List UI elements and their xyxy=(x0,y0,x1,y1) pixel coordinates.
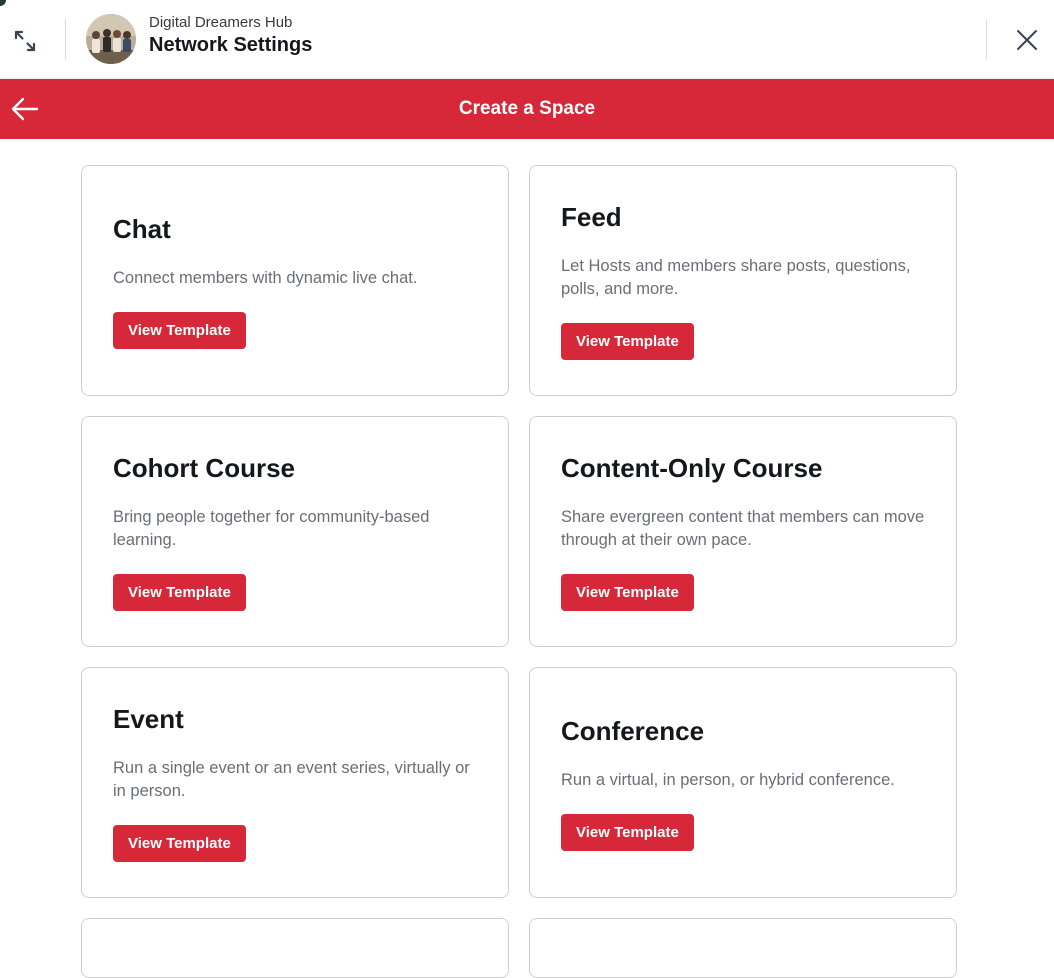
card-title: Chat xyxy=(113,213,171,244)
card-description: Run a single event or an event series, v… xyxy=(113,759,470,800)
template-card-cohort-course: Cohort Course Bring people together for … xyxy=(81,416,509,647)
view-template-button-feed[interactable]: View Template xyxy=(561,323,694,360)
page-title: Network Settings xyxy=(149,34,313,56)
card-description: Run a virtual, in person, or hybrid conf… xyxy=(561,770,895,789)
card-description: Connect members with dynamic live chat. xyxy=(113,268,418,287)
back-button[interactable] xyxy=(8,93,42,125)
card-description: Let Hosts and members share posts, quest… xyxy=(561,257,911,298)
view-template-button-content-only-course[interactable]: View Template xyxy=(561,574,694,611)
header-divider-left xyxy=(65,19,66,59)
expand-button[interactable] xyxy=(10,26,40,56)
close-icon xyxy=(1017,30,1037,50)
card-title: Cohort Course xyxy=(113,453,295,483)
card-description: Bring people together for community-base… xyxy=(113,508,430,549)
card-title: Event xyxy=(113,704,184,734)
card-title: Feed xyxy=(561,202,622,232)
create-space-bar: Create a Space xyxy=(0,79,1054,139)
top-bar: Digital Dreamers Hub Network Settings xyxy=(0,0,1054,79)
view-template-button-event[interactable]: View Template xyxy=(113,825,246,862)
template-card-event: Event Run a single event or an event ser… xyxy=(81,667,509,898)
template-card-conference: Conference Run a virtual, in person, or … xyxy=(529,667,957,898)
template-card-chat: Chat Connect members with dynamic live c… xyxy=(81,165,509,396)
header-divider-right xyxy=(986,19,987,59)
expand-arrows-icon xyxy=(14,30,36,52)
org-name: Digital Dreamers Hub xyxy=(149,14,293,31)
create-space-title: Create a Space xyxy=(458,98,596,119)
card-title: Content-Only Course xyxy=(561,453,823,483)
card-description: Share evergreen content that members can… xyxy=(561,508,925,549)
card-title: Conference xyxy=(561,715,705,746)
arrow-left-icon xyxy=(11,97,39,121)
close-button[interactable] xyxy=(1012,25,1042,55)
view-template-button-cohort-course[interactable]: View Template xyxy=(113,574,246,611)
template-card-partial-right xyxy=(529,918,957,978)
avatar xyxy=(86,14,136,64)
template-card-feed: Feed Let Hosts and members share posts, … xyxy=(529,165,957,396)
template-card-content-only-course: Content-Only Course Share evergreen cont… xyxy=(529,416,957,647)
corner-accent xyxy=(0,0,6,6)
view-template-button-conference[interactable]: View Template xyxy=(561,813,694,851)
view-template-button-chat[interactable]: View Template xyxy=(113,311,246,349)
template-card-partial-left xyxy=(81,918,509,978)
